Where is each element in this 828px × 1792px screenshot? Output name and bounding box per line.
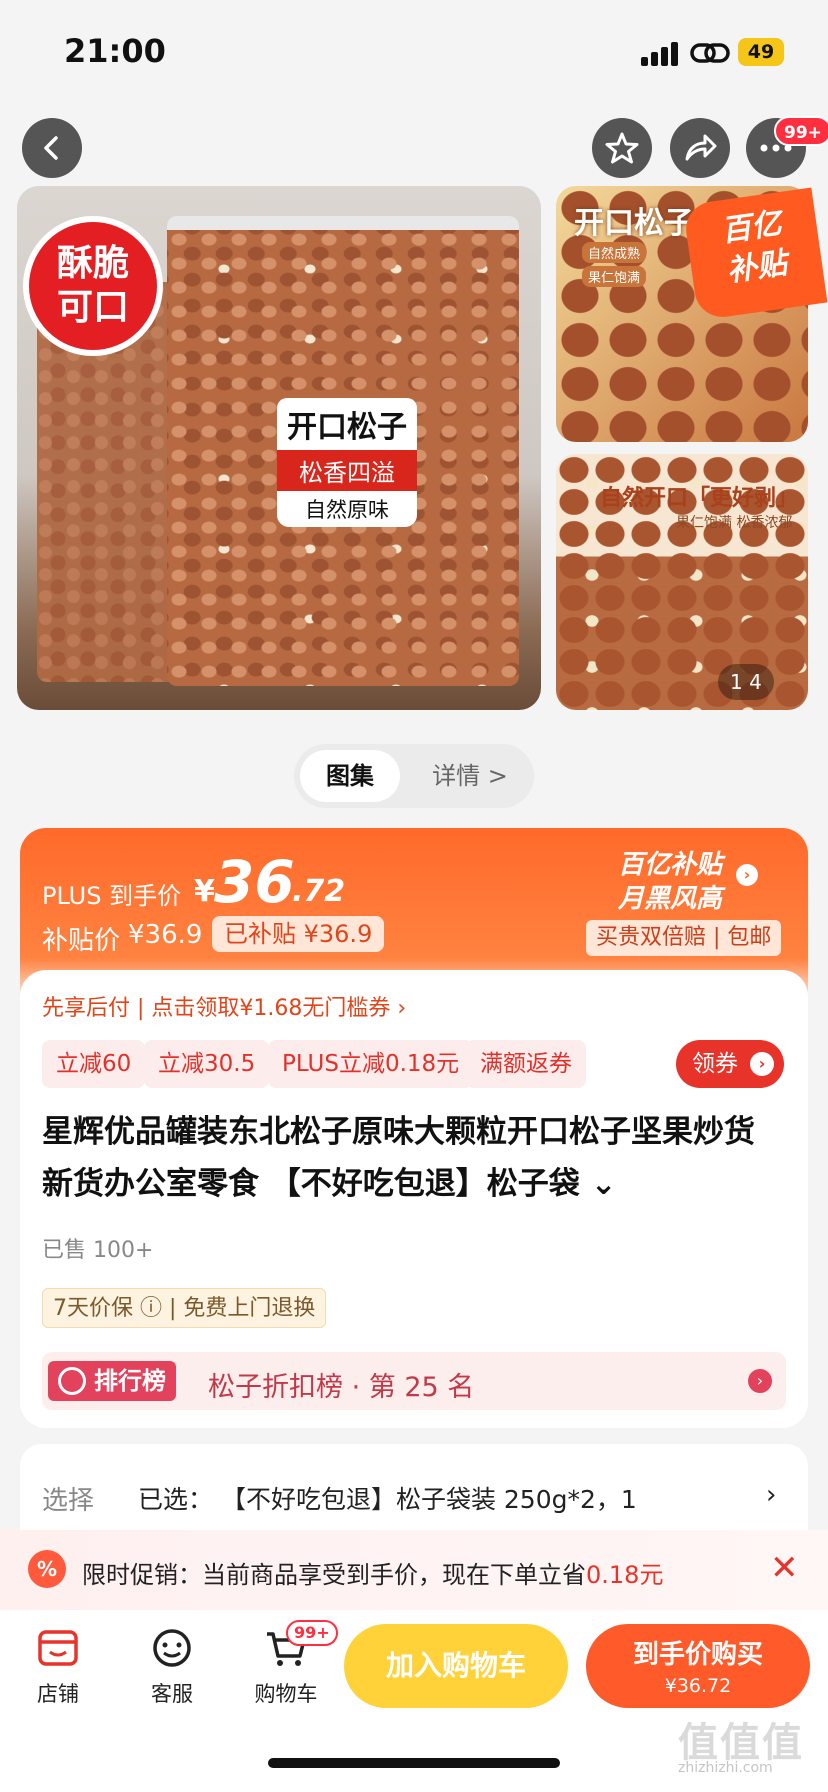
buy-now-label: 到手价购买 bbox=[632, 1640, 763, 1670]
main-product-image[interactable]: 酥脆 可口 开口松子 松香四溢 自然原味 bbox=[17, 186, 541, 710]
bag-label-foot: 自然原味 bbox=[277, 491, 417, 527]
image-counter: 1 4 bbox=[718, 664, 774, 700]
percent-icon: % bbox=[28, 1550, 66, 1588]
ranking-tag: 排行榜 bbox=[48, 1361, 176, 1401]
subsidized-tag: 已补贴 ¥36.9 bbox=[212, 916, 385, 952]
chevron-right-icon[interactable]: › bbox=[736, 864, 758, 886]
add-to-cart-button[interactable]: 加入购物车 bbox=[344, 1624, 568, 1708]
chat-icon bbox=[153, 1629, 191, 1667]
ranking-bar[interactable]: 排行榜 松子折扣榜 · 第 25 名 › bbox=[42, 1352, 786, 1410]
status-time: 21:00 bbox=[64, 32, 166, 70]
bag-label-sub: 松香四溢 bbox=[277, 450, 417, 491]
thumb2-sub: 果仁饱满 松香浓郁 bbox=[676, 515, 793, 531]
select-label: 选择 bbox=[42, 1486, 95, 1516]
tab-gallery[interactable]: 图集 bbox=[300, 750, 400, 802]
promo-banner-amount: 0.18元 bbox=[586, 1561, 664, 1589]
thumb1-tag-1: 自然成熟 bbox=[582, 242, 647, 263]
product-title[interactable]: 星辉优品罐装东北松子原味大颗粒开口松子坚果炒货新货办公室零食 【不好吃包退】松子… bbox=[42, 1106, 782, 1210]
discount-chip-3[interactable]: PLUS立减0.18元 bbox=[268, 1040, 474, 1088]
gallery-detail-switch: 图集 详情 > bbox=[294, 744, 534, 808]
bag-label: 开口松子 松香四溢 自然原味 bbox=[277, 398, 417, 527]
crisp-badge: 酥脆 可口 bbox=[23, 216, 163, 356]
thumb1-tag-2: 果仁饱满 bbox=[582, 266, 647, 287]
customer-service-button[interactable]: 客服 bbox=[132, 1628, 212, 1708]
sold-count: 已售 100+ bbox=[42, 1238, 154, 1263]
discount-chip-2[interactable]: 立减30.5 bbox=[144, 1040, 270, 1088]
link-icon bbox=[690, 40, 730, 66]
trophy-icon bbox=[58, 1367, 86, 1395]
crisp-badge-line2: 可口 bbox=[56, 287, 129, 328]
price-card: PLUS 到手价 ¥ 36 .72 补贴价 ¥36.9 已补贴 ¥36.9 百亿… bbox=[20, 828, 808, 1428]
watermark-url: zhizhizhi.com bbox=[678, 1760, 773, 1776]
cart-label: 购物车 bbox=[254, 1682, 318, 1706]
share-button[interactable] bbox=[670, 118, 730, 178]
chevron-right-icon: › bbox=[748, 1369, 772, 1393]
pay-later-coupon-link[interactable]: 先享后付 | 点击领取¥1.68无门槛券 › bbox=[42, 990, 406, 1022]
get-coupon-label: 领券 bbox=[692, 1051, 738, 1077]
ranking-text: 松子折扣榜 · 第 25 名 bbox=[208, 1372, 475, 1403]
price-integer: 36 bbox=[214, 848, 295, 916]
product-info-panel: 先享后付 | 点击领取¥1.68无门槛券 › 立减60 立减30.5 PLUS立… bbox=[20, 970, 808, 1428]
subsidy-price-value: ¥36.9 bbox=[128, 920, 203, 950]
back-button[interactable] bbox=[22, 118, 82, 178]
price-currency: ¥ bbox=[194, 874, 215, 909]
crisp-badge-line1: 酥脆 bbox=[56, 243, 129, 284]
more-badge: 99+ bbox=[774, 116, 828, 146]
buy-now-button[interactable]: 到手价购买 ¥36.72 bbox=[586, 1624, 810, 1708]
favorite-button[interactable] bbox=[592, 118, 652, 178]
chevron-left-icon bbox=[44, 136, 58, 160]
brand-subsidy-title[interactable]: 百亿补贴 bbox=[618, 844, 722, 881]
cart-badge: 99+ bbox=[286, 1620, 338, 1646]
discount-chip-1[interactable]: 立减60 bbox=[42, 1040, 146, 1088]
price-decimal: .72 bbox=[292, 874, 346, 909]
home-indicator[interactable] bbox=[268, 1758, 560, 1768]
discount-chip-4[interactable]: 满额返券 bbox=[466, 1040, 586, 1088]
shop-icon bbox=[38, 1630, 78, 1666]
promo-banner: % 限时促销：当前商品享受到手价，现在下单立省0.18元 ✕ bbox=[0, 1530, 828, 1610]
brand-subsidy-subtitle[interactable]: 月黑风高 bbox=[618, 878, 722, 915]
chevron-right-icon: › bbox=[766, 1480, 777, 1510]
promo-banner-text: 限时促销：当前商品享受到手价，现在下单立省0.18元 bbox=[82, 1555, 663, 1590]
chevron-right-icon: › bbox=[750, 1052, 774, 1076]
battery-icon: 49 bbox=[738, 38, 784, 66]
service-tag[interactable]: 7天价保 ⓘ | 免费上门退换 bbox=[42, 1288, 327, 1328]
guarantee-tag: 买贵双倍赔 | 包邮 bbox=[586, 920, 782, 956]
bag-label-title: 开口松子 bbox=[277, 398, 417, 450]
star-icon bbox=[605, 132, 639, 164]
tab-detail[interactable]: 详情 > bbox=[414, 750, 526, 802]
close-icon[interactable]: ✕ bbox=[770, 1548, 799, 1588]
plus-price-label: PLUS 到手价 bbox=[42, 882, 182, 910]
share-icon bbox=[685, 134, 717, 161]
promo-banner-prefix: 限时促销：当前商品享受到手价，现在下单立省 bbox=[82, 1561, 586, 1589]
shop-label: 店铺 bbox=[37, 1682, 79, 1706]
subsidy-price-label: 补贴价 bbox=[42, 926, 121, 956]
ranking-tag-label: 排行榜 bbox=[94, 1367, 166, 1395]
thumb2-title: 自然开口「更好剥」 bbox=[600, 486, 799, 511]
thumb1-title: 开口松子 bbox=[574, 206, 694, 241]
product-detail-page: 21:00 49 99+ 酥脆 可口 开口松子 松香四溢 自然原味 开口松子 自… bbox=[0, 0, 828, 1792]
shop-button[interactable]: 店铺 bbox=[18, 1628, 98, 1708]
buy-now-price: ¥36.72 bbox=[664, 1675, 732, 1697]
selected-sku: 已选： 【不好吃包退】松子袋装 250g*2，1 bbox=[138, 1485, 637, 1514]
signal-icon bbox=[641, 42, 681, 66]
get-coupon-button[interactable]: 领券 › bbox=[676, 1040, 784, 1088]
subsidy-badge: 百亿 补贴 bbox=[682, 187, 828, 321]
status-bar: 21:00 49 bbox=[0, 0, 828, 100]
customer-service-label: 客服 bbox=[151, 1682, 193, 1706]
